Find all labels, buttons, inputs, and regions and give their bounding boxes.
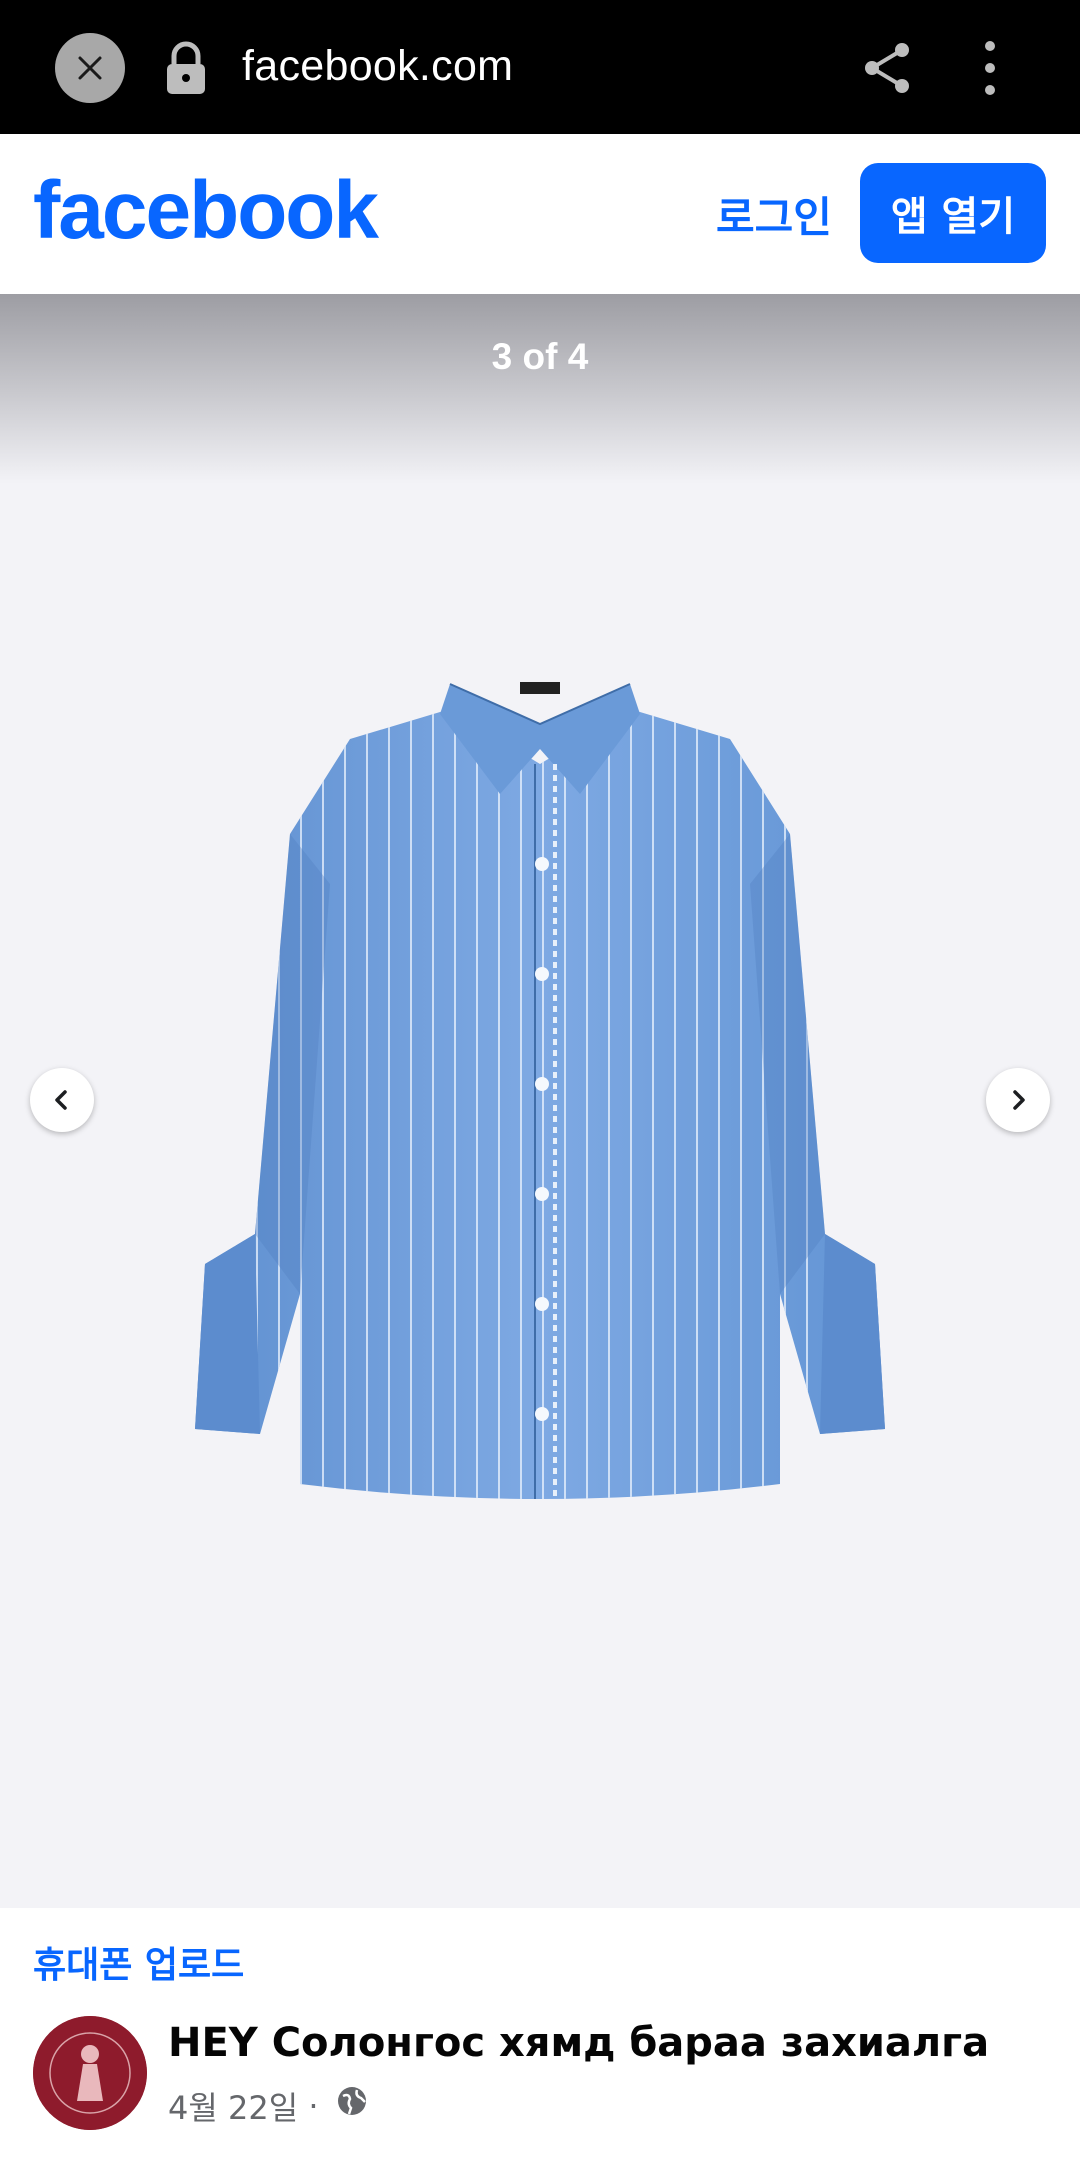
post-info: 휴대폰 업로드 HEY Солонгос хямд бараа захиалга… <box>0 1908 1080 2177</box>
album-link[interactable]: 휴대폰 업로드 <box>33 1936 244 1988</box>
photo-counter: 3 of 4 <box>491 336 589 377</box>
post-date[interactable]: 4월 22일 <box>168 2083 298 2129</box>
close-tab-button[interactable] <box>55 33 125 103</box>
product-photo-shirt[interactable] <box>180 654 900 1594</box>
facebook-logo[interactable]: facebook <box>33 164 379 258</box>
more-icon[interactable] <box>970 38 1010 98</box>
avatar-logo-icon <box>33 2016 147 2130</box>
close-icon <box>78 56 102 80</box>
lock-icon[interactable] <box>163 40 209 96</box>
facebook-header: facebook 로그인 앱 열기 <box>0 134 1080 294</box>
photo-viewer: 3 of 4 <box>0 294 1080 1908</box>
globe-icon <box>337 2087 366 2115</box>
viewer-top-shade <box>0 294 1080 484</box>
url-text[interactable]: facebook.com <box>242 42 513 91</box>
chevron-left-icon <box>55 1090 67 1110</box>
next-photo-button[interactable] <box>986 1068 1050 1132</box>
share-icon[interactable] <box>860 40 916 96</box>
meta-separator: · <box>298 2087 329 2125</box>
login-link[interactable]: 로그인 <box>716 184 832 245</box>
post-meta: 4월 22일 · <box>168 2083 369 2129</box>
page-avatar[interactable] <box>33 2016 147 2130</box>
page-name[interactable]: HEY Солонгос хямд бараа захиалга <box>168 2020 989 2066</box>
previous-photo-button[interactable] <box>30 1068 94 1132</box>
chevron-right-icon <box>1013 1090 1025 1110</box>
browser-toolbar: facebook.com <box>0 0 1080 134</box>
open-app-button[interactable]: 앱 열기 <box>860 163 1046 263</box>
